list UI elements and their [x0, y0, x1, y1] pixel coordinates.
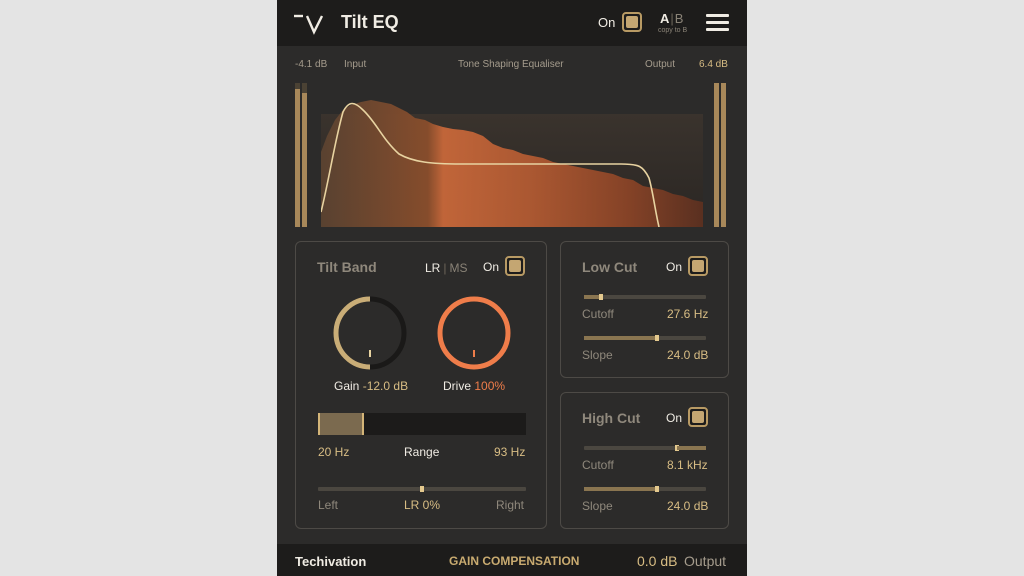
hamburger-menu-icon[interactable] [706, 14, 729, 32]
range-high-handle[interactable] [361, 413, 364, 435]
pan-slider[interactable] [318, 486, 526, 492]
low-cut-on-toggle[interactable] [688, 256, 708, 276]
display-title: Tone Shaping Equaliser [458, 59, 564, 70]
output-label: Output [645, 59, 676, 70]
low-cut-slope-thumb[interactable] [655, 335, 660, 341]
header-bar: Tilt EQ On A|B copy to B [277, 0, 747, 46]
low-cut-cutoff-label: Cutoff [582, 307, 614, 321]
input-meter-left [295, 83, 300, 227]
tilt-band-panel: Tilt Band LR | MS On Gain -12.0 dB Drive 1… [295, 241, 547, 529]
output-meter-right [721, 83, 726, 227]
global-on-toggle[interactable] [622, 12, 642, 32]
lr-mode-button[interactable]: LR [425, 261, 440, 275]
low-cut-slope-label: Slope [582, 348, 613, 362]
input-label: Input [344, 59, 367, 70]
low-cut-panel: Low Cut On Cutoff 27.6 Hz Slope 24.0 dB [560, 241, 729, 378]
brand-name: Techivation [295, 554, 367, 569]
output-meter-left-level [714, 83, 719, 227]
high-cut-slope-fill [584, 487, 658, 491]
low-cut-slope-fill [584, 336, 658, 340]
high-cut-cutoff-value: 8.1 kHz [667, 458, 708, 472]
range-selection[interactable] [318, 413, 364, 435]
drive-label: Drive [443, 379, 472, 393]
high-cut-slope-label: Slope [582, 499, 613, 513]
tilt-on-label: On [483, 260, 500, 274]
ab-compare[interactable]: A|B [660, 11, 683, 26]
high-cut-panel: High Cut On Cutoff 8.1 kHz Slope 24.0 dB [560, 392, 729, 529]
drive-value: 100% [474, 379, 506, 393]
global-on-label: On [598, 15, 616, 30]
range-slider[interactable] [318, 413, 526, 435]
ms-mode-button[interactable]: MS [449, 261, 467, 275]
gain-readout: Gain -12.0 dB [334, 379, 408, 393]
input-meter-right-level [302, 93, 307, 227]
spectrum-display[interactable] [321, 100, 703, 227]
ab-a-button[interactable]: A [660, 11, 669, 26]
output-level-value: 6.4 dB [699, 59, 728, 70]
app-title: Tilt EQ [341, 12, 399, 32]
drive-readout: Drive 100% [443, 379, 505, 393]
pan-left-label: Left [318, 498, 339, 512]
gain-value: -12.0 dB [362, 379, 409, 393]
tilt-band-title: Tilt Band [317, 259, 377, 275]
tilt-on-toggle[interactable] [505, 256, 525, 276]
ab-b-button[interactable]: B [675, 11, 684, 26]
gain-knob[interactable] [332, 295, 408, 371]
high-cut-cutoff-fill [676, 446, 706, 450]
high-cut-slope-value: 24.0 dB [667, 499, 709, 513]
high-cut-cutoff-label: Cutoff [582, 458, 614, 472]
low-cut-cutoff-thumb[interactable] [599, 294, 604, 300]
high-cut-on-toggle[interactable] [688, 407, 708, 427]
pan-right-label: Right [496, 498, 525, 512]
copy-to-b-button[interactable]: copy to B [658, 27, 687, 34]
pan-value: LR 0% [404, 498, 441, 512]
drive-knob[interactable] [436, 295, 512, 371]
gain-compensation-button[interactable]: GAIN COMPENSATION [449, 554, 579, 568]
low-cut-on-label: On [666, 260, 683, 274]
lr-ms-selector[interactable]: LR | MS [425, 261, 467, 275]
output-gain-value[interactable]: 0.0 dB [637, 553, 677, 569]
input-level-value: -4.1 dB [295, 59, 328, 70]
pan-slider-thumb[interactable] [420, 486, 424, 492]
low-cut-slope-slider[interactable] [584, 335, 706, 341]
high-cut-slope-thumb[interactable] [655, 486, 660, 492]
input-meter-left-level [295, 88, 300, 227]
low-cut-slope-value: 24.0 dB [667, 348, 709, 362]
tilt-eq-plugin: Tilt EQ On A|B copy to B -4.1 dB Input T… [277, 0, 747, 576]
low-cut-cutoff-slider[interactable] [584, 294, 706, 300]
range-low-value: 20 Hz [318, 445, 350, 459]
techivation-logo-icon [294, 14, 324, 35]
input-meter-right [302, 83, 307, 227]
output-meter-left [714, 83, 719, 227]
high-cut-title: High Cut [582, 410, 641, 426]
gain-label: Gain [334, 379, 360, 393]
range-low-handle[interactable] [318, 413, 320, 435]
low-cut-title: Low Cut [582, 259, 638, 275]
high-cut-slope-slider[interactable] [584, 486, 706, 492]
range-high-value: 93 Hz [494, 445, 526, 459]
footer-bar: Techivation GAIN COMPENSATION 0.0 dB Out… [277, 544, 747, 576]
output-gain-label: Output [684, 553, 727, 569]
high-cut-cutoff-slider[interactable] [584, 445, 706, 451]
output-meter-right-level [721, 83, 726, 227]
high-cut-on-label: On [666, 411, 683, 425]
range-label: Range [404, 445, 440, 459]
low-cut-cutoff-value: 27.6 Hz [667, 307, 709, 321]
